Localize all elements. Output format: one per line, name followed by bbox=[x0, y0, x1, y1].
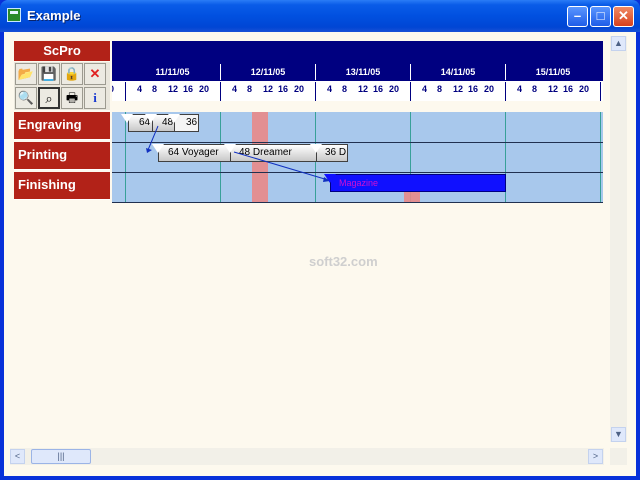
dependency-arrow bbox=[233, 151, 329, 181]
day-tick bbox=[410, 82, 411, 101]
row-label-printing[interactable]: Printing bbox=[14, 142, 110, 170]
hour-label: 4 bbox=[422, 84, 428, 94]
hour-label: 20 bbox=[579, 84, 590, 94]
delete-icon[interactable]: ✕ bbox=[84, 63, 106, 85]
open-folder-icon[interactable]: 📂 bbox=[15, 63, 37, 85]
maximize-button[interactable]: □ bbox=[590, 6, 611, 27]
hour-label: 8 bbox=[152, 84, 158, 94]
minimize-button[interactable]: – bbox=[567, 6, 588, 27]
vertical-scrollbar[interactable]: ▲ ▼ bbox=[610, 36, 627, 442]
hour-label: 4 bbox=[327, 84, 333, 94]
info-icon[interactable]: i bbox=[84, 87, 106, 109]
scroll-corner bbox=[610, 448, 627, 465]
hour-label: 4 bbox=[517, 84, 523, 94]
timeline-header: 11/11/05 12/11/05 13/11/05 14/11/05 15/1… bbox=[112, 41, 603, 101]
dependency-arrow bbox=[147, 125, 159, 151]
scroll-right-button[interactable]: > bbox=[588, 449, 603, 464]
close-button[interactable]: ✕ bbox=[613, 6, 634, 27]
day-label: 12/11/05 bbox=[220, 64, 315, 80]
dependency-links bbox=[146, 125, 330, 182]
app-window: Example – □ ✕ ScPro 📂 💾 🔒 ✕ 🔍 ⌕ 🖶 i 11/1… bbox=[0, 0, 640, 480]
hour-label: 4 bbox=[137, 84, 143, 94]
hour-label: 12 bbox=[263, 84, 274, 94]
printer-icon[interactable]: 🖶 bbox=[61, 87, 83, 109]
zoom-icon[interactable]: ⌕ bbox=[38, 87, 60, 109]
hour-label: 0 bbox=[112, 84, 114, 94]
title-bar[interactable]: Example – □ ✕ bbox=[0, 0, 640, 32]
hour-label: 16 bbox=[468, 84, 479, 94]
lock-icon[interactable]: 🔒 bbox=[61, 63, 83, 85]
hour-label: 12 bbox=[548, 84, 559, 94]
hour-label: 16 bbox=[183, 84, 194, 94]
hour-label: 8 bbox=[342, 84, 348, 94]
day-label: 14/11/05 bbox=[410, 64, 505, 80]
hour-label: 12 bbox=[453, 84, 464, 94]
day-tick bbox=[600, 82, 601, 101]
hour-label: 20 bbox=[389, 84, 400, 94]
hour-label: 16 bbox=[373, 84, 384, 94]
scroll-down-button[interactable]: ▼ bbox=[611, 427, 626, 442]
hour-label: 8 bbox=[437, 84, 443, 94]
hour-label: 8 bbox=[532, 84, 538, 94]
day-label: 13/11/05 bbox=[315, 64, 410, 80]
row-label-finishing[interactable]: Finishing bbox=[14, 172, 110, 200]
schedule-area[interactable]: 64 48 36 64 Voyager 48 Dreamer 36 D Maga… bbox=[112, 112, 603, 203]
gantt-chart: ScPro 📂 💾 🔒 ✕ 🔍 ⌕ 🖶 i 11/11/05 12/11/05 … bbox=[14, 41, 603, 205]
hour-label: 20 bbox=[484, 84, 495, 94]
arrow-head bbox=[323, 177, 330, 182]
scroll-up-button[interactable]: ▲ bbox=[611, 36, 626, 51]
scroll-left-button[interactable]: < bbox=[10, 449, 25, 464]
hour-label: 20 bbox=[294, 84, 305, 94]
save-disk-icon[interactable]: 💾 bbox=[38, 63, 60, 85]
hour-label: 16 bbox=[278, 84, 289, 94]
scpro-header: ScPro bbox=[14, 41, 110, 61]
hour-label: 16 bbox=[563, 84, 574, 94]
hour-label: 8 bbox=[247, 84, 253, 94]
day-tick bbox=[125, 82, 126, 101]
day-label: 11/11/05 bbox=[155, 67, 190, 77]
horizontal-scrollbar[interactable]: < ||| > bbox=[10, 448, 604, 465]
hour-scale: 0 48121620481216204812162048121620481216… bbox=[112, 81, 603, 101]
row-label-engraving[interactable]: Engraving bbox=[14, 112, 110, 140]
app-icon bbox=[7, 8, 21, 22]
hour-label: 20 bbox=[199, 84, 210, 94]
resource-rows: Engraving Printing Finishing 64 48 36 64… bbox=[14, 112, 603, 203]
day-tick bbox=[505, 82, 506, 101]
day-tick bbox=[220, 82, 221, 101]
toolbar: 📂 💾 🔒 ✕ 🔍 ⌕ 🖶 i bbox=[14, 62, 110, 110]
hour-label: 12 bbox=[168, 84, 179, 94]
search-icon[interactable]: 🔍 bbox=[15, 87, 37, 109]
hour-label: 12 bbox=[358, 84, 369, 94]
hour-label: 4 bbox=[232, 84, 238, 94]
client-area: ScPro 📂 💾 🔒 ✕ 🔍 ⌕ 🖶 i 11/11/05 12/11/05 … bbox=[4, 32, 636, 476]
window-title: Example bbox=[27, 8, 81, 23]
day-tick bbox=[315, 82, 316, 101]
day-label: 15/11/05 bbox=[505, 64, 600, 80]
watermark: soft32.com bbox=[309, 254, 378, 269]
scroll-thumb[interactable]: ||| bbox=[31, 449, 91, 464]
